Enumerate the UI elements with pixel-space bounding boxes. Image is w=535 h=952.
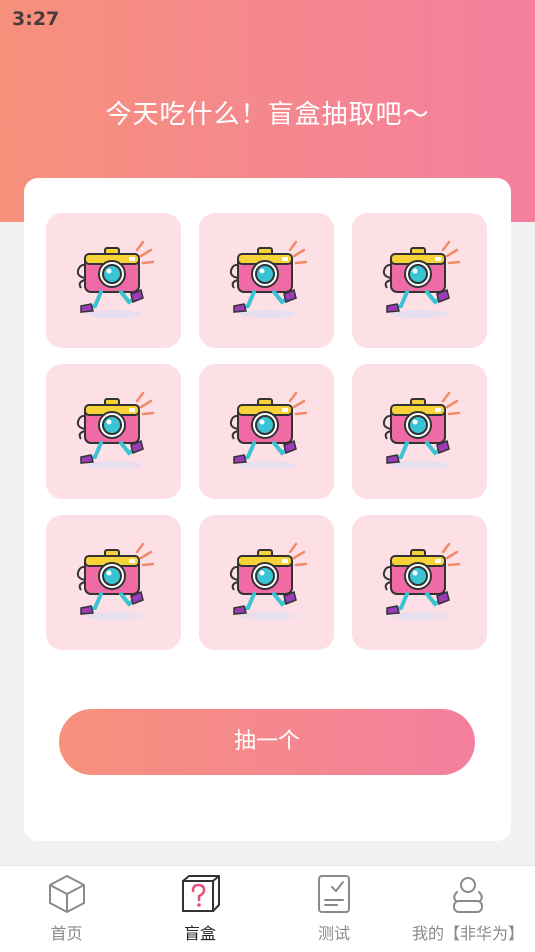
cube-icon — [48, 875, 85, 913]
status-bar-time: 3:27 — [12, 8, 60, 30]
blind-box-cell[interactable] — [199, 515, 334, 650]
blind-box-cell[interactable] — [46, 364, 181, 499]
blind-box-cell[interactable] — [46, 515, 181, 650]
tab-home-label: 首页 — [50, 924, 83, 943]
draw-one-button[interactable]: 抽一个 — [59, 709, 475, 775]
blind-box-cell[interactable] — [352, 364, 487, 499]
tab-blind-box-label: 盲盒 — [183, 924, 216, 943]
blind-box-cell[interactable] — [199, 364, 334, 499]
walking-camera-icon — [229, 542, 308, 620]
walking-camera-icon — [76, 240, 155, 318]
walking-camera-icon — [229, 391, 308, 469]
walking-camera-icon — [382, 240, 461, 318]
tab-test-label: 测试 — [317, 924, 350, 943]
blind-box-grid — [46, 213, 487, 650]
user-icon — [453, 877, 483, 913]
tab-blind-box[interactable]: 盲盒 — [133, 866, 267, 952]
blind-box-cell[interactable] — [46, 213, 181, 348]
test-sheet-icon — [318, 875, 350, 913]
walking-camera-icon — [76, 391, 155, 469]
blind-box-card: 抽一个 — [24, 178, 511, 841]
walking-camera-icon — [76, 542, 155, 620]
mystery-box-icon — [182, 875, 220, 912]
blind-box-cell[interactable] — [352, 213, 487, 348]
tab-test[interactable]: 测试 — [267, 866, 401, 952]
tab-profile-label: 我的【非华为】 — [411, 924, 524, 943]
tab-home[interactable]: 首页 — [0, 866, 133, 952]
tab-profile[interactable]: 我的【非华为】 — [401, 866, 535, 952]
walking-camera-icon — [229, 240, 308, 318]
walking-camera-icon — [382, 391, 461, 469]
blind-box-cell[interactable] — [352, 515, 487, 650]
page-title: 今天吃什么！盲盒抽取吧～ — [105, 100, 430, 130]
walking-camera-icon — [382, 542, 461, 620]
bottom-tab-bar: 首页 盲盒 测试 我的【非华为】 — [0, 865, 535, 952]
blind-box-cell[interactable] — [199, 213, 334, 348]
